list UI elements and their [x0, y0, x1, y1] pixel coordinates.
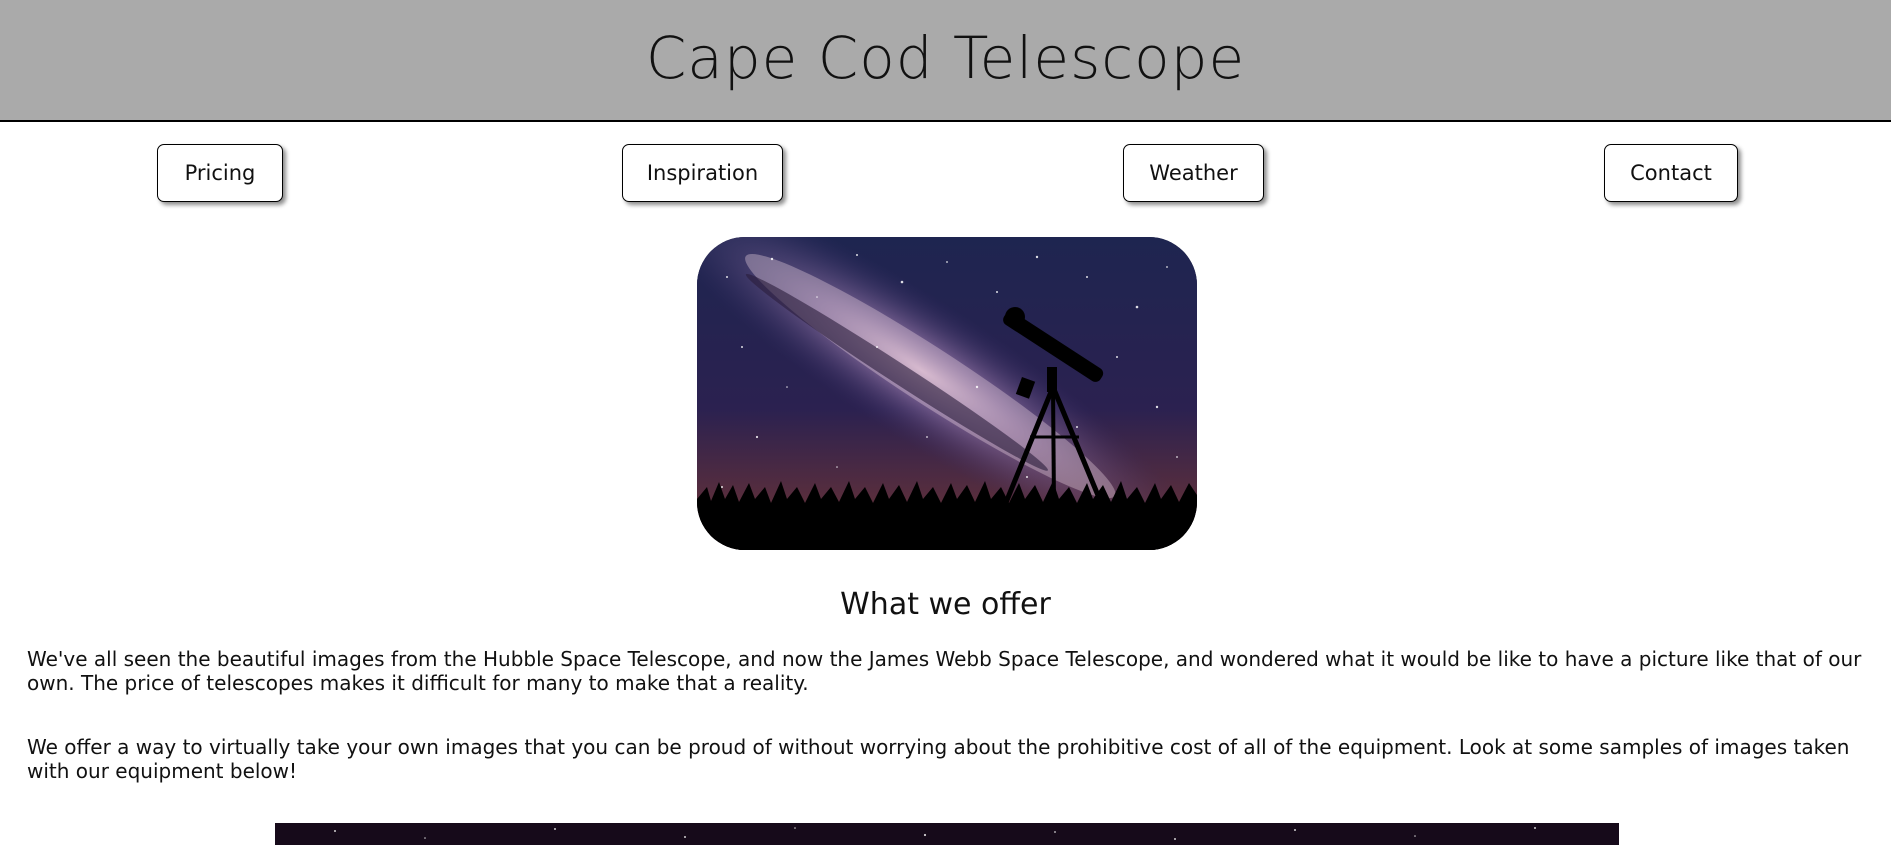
hero-image — [697, 237, 1197, 550]
site-title: Cape Cod Telescope — [645, 24, 1246, 92]
offer-paragraph-1: We've all seen the beautiful images from… — [27, 647, 1862, 695]
nav-pricing-button[interactable]: Pricing — [157, 144, 283, 202]
site-header: Cape Cod Telescope — [0, 0, 1891, 122]
what-we-offer-heading: What we offer — [840, 587, 1051, 622]
nav-contact-button[interactable]: Contact — [1604, 144, 1738, 202]
sample-image — [275, 823, 1619, 845]
offer-paragraph-2: We offer a way to virtually take your ow… — [27, 735, 1850, 783]
nav-weather-button[interactable]: Weather — [1123, 144, 1264, 202]
nav-inspiration-button[interactable]: Inspiration — [622, 144, 783, 202]
